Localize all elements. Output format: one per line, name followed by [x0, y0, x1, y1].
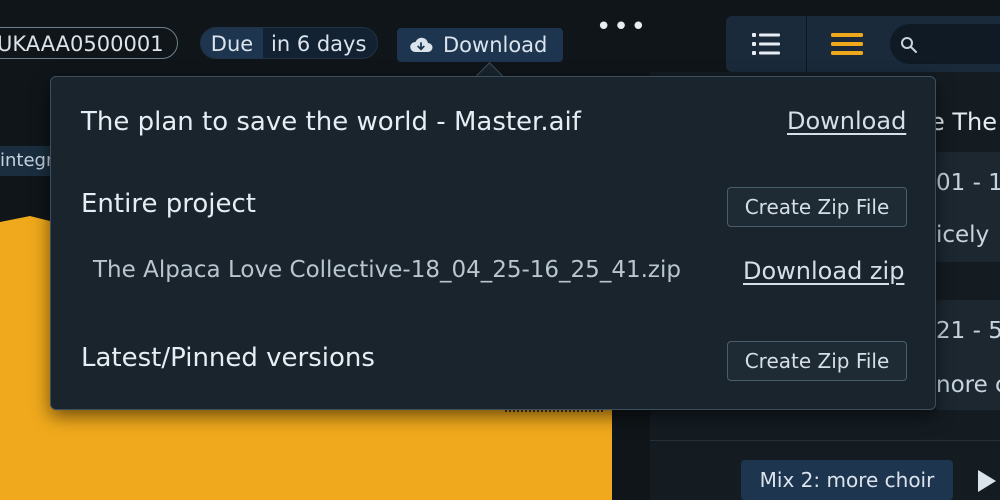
master-download-link[interactable]: Download [787, 107, 906, 135]
menu-icon [831, 33, 863, 55]
version-card-title: 21 - 5 [936, 318, 1000, 344]
create-latest-zip-button[interactable]: Create Zip File [727, 341, 907, 381]
app-window: integr e The 01 - 1 icely 21 - 5 nore c … [0, 0, 1000, 500]
play-icon[interactable] [978, 470, 996, 492]
create-project-zip-button[interactable]: Create Zip File [727, 187, 907, 227]
due-label: Due [201, 28, 263, 58]
cloud-download-icon [410, 37, 433, 52]
version-card-title: 01 - 1 [936, 170, 1000, 196]
due-value: in 6 days [271, 32, 367, 56]
download-button[interactable]: Download [397, 28, 563, 62]
mix-version-chip[interactable]: Mix 2: more choir [741, 460, 953, 500]
versions-panel-title: e The [930, 108, 998, 136]
more-options-icon[interactable]: ••• [596, 14, 648, 40]
due-date-badge: Due in 6 days [200, 27, 378, 59]
version-card-note: nore c [936, 372, 1000, 398]
master-file-name: The plan to save the world - Master.aif [81, 107, 581, 137]
list-view-button[interactable] [726, 16, 806, 72]
version-card-note: icely [936, 222, 990, 248]
zip-file-name: The Alpaca Love Collective-18_04_25-16_2… [93, 257, 681, 283]
menu-button[interactable] [806, 16, 887, 72]
download-popover: The plan to save the world - Master.aif … [50, 76, 936, 410]
entire-project-label: Entire project [81, 189, 256, 219]
download-button-label: Download [443, 33, 548, 57]
panel-divider [650, 440, 1000, 441]
list-icon [752, 33, 780, 55]
latest-pinned-label: Latest/Pinned versions [81, 343, 375, 373]
view-toolbar [726, 16, 1000, 72]
download-zip-link[interactable]: Download zip [743, 257, 904, 285]
isrc-badge: UKAAA0500001 [0, 27, 178, 59]
search-icon [901, 37, 917, 53]
search-input[interactable] [890, 24, 1000, 64]
